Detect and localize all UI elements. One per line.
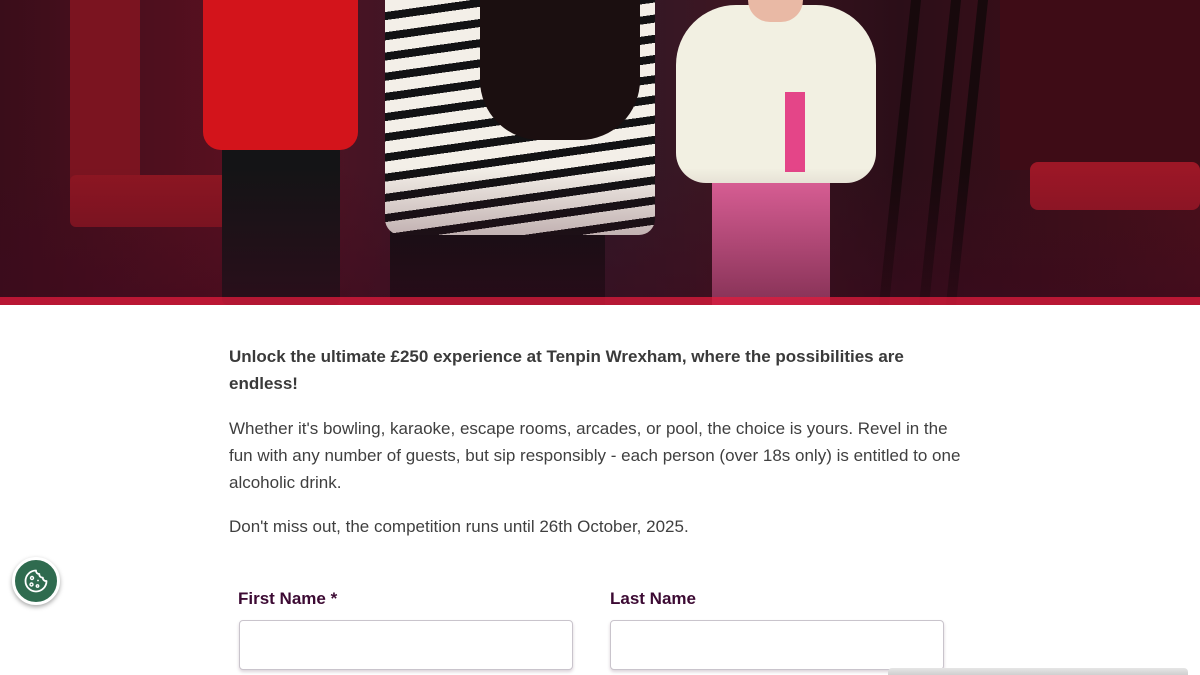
intro-content: Unlock the ultimate £250 experience at T…	[229, 343, 964, 557]
next-field-edge	[888, 668, 1188, 675]
intro-body: Whether it's bowling, karaoke, escape ro…	[229, 419, 961, 492]
hero-image	[0, 0, 1200, 305]
required-asterisk: *	[330, 589, 338, 608]
first-name-input[interactable]	[239, 620, 573, 670]
hero-floor	[0, 297, 1200, 305]
last-name-label: Last Name	[610, 589, 696, 608]
intro-lead: Unlock the ultimate £250 experience at T…	[229, 347, 904, 393]
hero-shade	[0, 0, 1200, 305]
cookie-settings-button[interactable]	[12, 557, 60, 605]
first-name-label-text: First Name	[238, 589, 326, 608]
intro-deadline: Don't miss out, the competition runs unt…	[229, 517, 689, 536]
cookie-icon	[24, 569, 48, 593]
last-name-input[interactable]	[610, 620, 944, 670]
first-name-label: First Name *	[238, 589, 337, 609]
